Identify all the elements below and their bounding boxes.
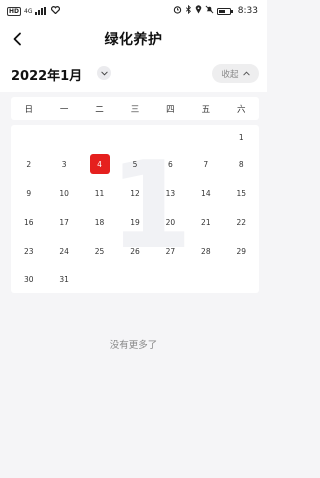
calendar-empty-cell (117, 268, 152, 290)
calendar-day[interactable]: 9 (11, 182, 46, 204)
calendar-empty-cell (46, 126, 81, 148)
no-more-text: 没有更多了 (109, 340, 158, 351)
calendar-week-row: 30 31 (11, 268, 259, 290)
calendar-day[interactable]: 28 (188, 240, 223, 262)
calendar-day[interactable]: 3 (46, 153, 81, 175)
calendar-empty-cell (11, 126, 46, 148)
calendar-week-row: 16 17 18 19 20 21 22 (11, 211, 259, 233)
calendar-day[interactable]: 8 (224, 153, 259, 175)
calendar-week-row: 9 10 11 12 13 14 15 (11, 182, 259, 204)
calendar-day[interactable]: 21 (188, 211, 223, 233)
calendar-empty-cell (188, 268, 223, 290)
calendar-day[interactable]: 20 (153, 211, 188, 233)
calendar-day[interactable]: 29 (224, 240, 259, 262)
weekday-label: 一 (59, 104, 69, 115)
hd-icon: HD (7, 6, 22, 16)
back-arrow-icon[interactable] (8, 30, 26, 48)
calendar-day[interactable]: 2 (11, 153, 46, 175)
chevron-up-icon (242, 69, 250, 79)
calendar-day-selected[interactable]: 4 (82, 153, 117, 175)
calendar-day[interactable]: 17 (46, 211, 81, 233)
signal-icon (35, 7, 47, 15)
mute-icon (205, 5, 214, 17)
calendar-empty-cell (188, 126, 223, 148)
status-bar: HD 4G 8:33 (0, 0, 267, 22)
calendar-day[interactable]: 15 (224, 182, 259, 204)
calendar-day[interactable]: 31 (46, 268, 81, 290)
calendar-empty-cell (117, 126, 152, 148)
calendar-week-row: 1 (11, 126, 259, 148)
location-icon (195, 5, 202, 17)
weekday-label: 四 (166, 104, 175, 115)
calendar-day[interactable]: 10 (46, 182, 81, 204)
calendar-day[interactable]: 18 (82, 211, 117, 233)
calendar-day[interactable]: 25 (82, 240, 117, 262)
calendar-day[interactable]: 7 (188, 153, 223, 175)
signal-type: 4G (24, 7, 33, 15)
calendar-empty-cell (82, 268, 117, 290)
calendar-day[interactable]: 30 (11, 268, 46, 290)
weekday-label: 五 (201, 104, 211, 115)
calendar-day[interactable]: 6 (153, 153, 188, 175)
calendar-grid: 1 1 2 3 4 5 6 7 8 9 10 11 12 13 14 15 16… (11, 125, 259, 293)
collapse-label: 收起 (221, 69, 239, 80)
weekday-label: 日 (24, 104, 33, 115)
calendar-empty-cell (82, 126, 117, 148)
calendar-week-row: 23 24 25 26 27 28 29 (11, 240, 259, 262)
calendar-day[interactable]: 11 (82, 182, 117, 204)
chevron-down-icon[interactable] (97, 66, 111, 80)
calendar-week-row: 2 3 4 5 6 7 8 (11, 153, 259, 175)
battery-icon (217, 7, 233, 15)
heart-icon (51, 5, 61, 17)
weekday-label: 六 (236, 104, 246, 115)
calendar-day[interactable]: 1 (224, 126, 259, 148)
calendar-day[interactable]: 13 (153, 182, 188, 204)
calendar-day[interactable]: 22 (224, 211, 259, 233)
calendar-day[interactable]: 24 (46, 240, 81, 262)
calendar-day[interactable]: 5 (117, 153, 152, 175)
calendar-day[interactable]: 23 (11, 240, 46, 262)
page-title: 绿化养护 (104, 32, 163, 48)
alarm-icon (173, 5, 182, 17)
calendar-day[interactable]: 19 (117, 211, 152, 233)
status-time: 8:33 (237, 6, 258, 16)
calendar-empty-cell (153, 126, 188, 148)
weekday-label: 三 (130, 104, 140, 115)
collapse-button[interactable]: 收起 (212, 64, 259, 83)
calendar-day[interactable]: 27 (153, 240, 188, 262)
nav-bar: 绿化养护 (0, 22, 267, 56)
calendar-day[interactable]: 26 (117, 240, 152, 262)
calendar-empty-cell (224, 268, 259, 290)
weekday-label: 二 (95, 104, 104, 115)
calendar-empty-cell (153, 268, 188, 290)
month-selector-row: 2022年1月 收起 (0, 56, 267, 92)
month-label[interactable]: 2022年1月 (11, 65, 82, 84)
calendar-day[interactable]: 14 (188, 182, 223, 204)
calendar-day[interactable]: 16 (11, 211, 46, 233)
bluetooth-icon (185, 4, 192, 17)
calendar-day[interactable]: 12 (117, 182, 152, 204)
weekday-header: 日 一 二 三 四 五 六 (11, 97, 259, 120)
